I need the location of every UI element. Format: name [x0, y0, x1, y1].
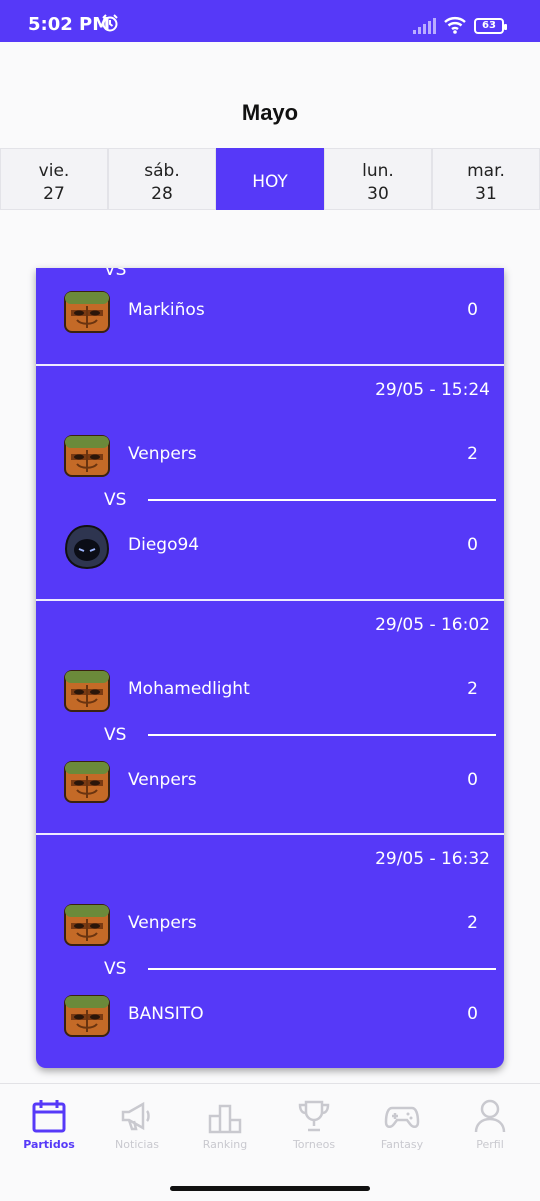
- mask-avatar-icon: [62, 669, 112, 713]
- player-row-away: Markiños 0: [62, 290, 478, 334]
- alarm-icon: [100, 13, 120, 37]
- wifi-icon: [443, 15, 467, 39]
- podium-icon: [208, 1104, 242, 1134]
- mask-avatar-icon: [62, 760, 112, 804]
- player-score: 0: [467, 300, 478, 320]
- vs-label: VS: [104, 725, 127, 745]
- player-name: Venpers: [128, 913, 197, 933]
- gamepad-icon: [384, 1106, 420, 1128]
- day-weekday: lun.: [362, 161, 394, 181]
- home-indicator: [170, 1186, 370, 1191]
- status-bar: 5:02 PM 63: [0, 0, 540, 42]
- page-title: Mayo: [241, 100, 299, 125]
- nav-label: Noticias: [115, 1138, 159, 1151]
- trophy-icon: [298, 1100, 330, 1132]
- player-score: 0: [467, 770, 478, 790]
- vs-divider: [148, 968, 496, 970]
- player-row-away: Diego94 0: [62, 524, 478, 570]
- vs-label: VS: [104, 959, 127, 979]
- day-weekday: vie.: [38, 161, 70, 181]
- battery-indicator: 63: [474, 18, 507, 34]
- player-name: Diego94: [128, 535, 200, 555]
- day-today-label: HOY: [252, 172, 288, 192]
- player-row-home: Venpers 2: [62, 434, 478, 478]
- nav-label: Fantasy: [380, 1138, 424, 1151]
- nav-item-perfil[interactable]: Perfil: [445, 1098, 535, 1151]
- vs-divider: [148, 734, 496, 736]
- nav-item-torneos[interactable]: Torneos: [269, 1098, 359, 1151]
- player-row-away: BANSITO 0: [62, 994, 478, 1038]
- megaphone-icon: [121, 1101, 150, 1131]
- day-number: 28: [151, 184, 173, 204]
- bottom-navigation: Partidos Noticias Ranking Torneos Fantas…: [0, 1083, 540, 1201]
- mask-avatar-icon: [62, 903, 112, 947]
- day-tab-today[interactable]: HOY: [216, 148, 324, 210]
- nav-label: Partidos: [23, 1138, 75, 1151]
- day-weekday: mar.: [467, 161, 505, 181]
- nav-item-partidos[interactable]: Partidos: [4, 1098, 94, 1151]
- vs-label: VS: [104, 268, 127, 280]
- match-card[interactable]: 29/05 - 15:24 Venpers 2 VS Diego94 0: [36, 366, 504, 599]
- day-number: 27: [43, 184, 65, 204]
- nav-item-ranking[interactable]: Ranking: [180, 1098, 270, 1151]
- player-name: BANSITO: [128, 1004, 204, 1024]
- match-card[interactable]: VS Markiños 0: [36, 268, 504, 364]
- mask-avatar-icon: [62, 994, 112, 1038]
- nav-label: Perfil: [476, 1138, 504, 1151]
- match-card[interactable]: 29/05 - 16:02 Mohamedlight 2 VS Venpers …: [36, 601, 504, 833]
- day-weekday: sáb.: [144, 161, 180, 181]
- nav-item-noticias[interactable]: Noticias: [92, 1098, 182, 1151]
- player-score: 2: [467, 444, 478, 464]
- player-name: Venpers: [128, 770, 197, 790]
- player-score: 2: [467, 679, 478, 699]
- day-tab-mon[interactable]: lun. 30: [324, 148, 432, 210]
- match-list[interactable]: VS Markiños 0 29/05 - 15:24 Venpers 2 VS…: [36, 268, 504, 1068]
- day-selector: vie. 27 sáb. 28 HOY lun. 30 mar. 31: [0, 148, 540, 210]
- mask-avatar-icon: [62, 290, 112, 334]
- player-score: 2: [467, 913, 478, 933]
- player-score: 0: [467, 535, 478, 555]
- day-tab-fri[interactable]: vie. 27: [0, 148, 108, 210]
- day-tab-sat[interactable]: sáb. 28: [108, 148, 216, 210]
- vs-label: VS: [104, 490, 127, 510]
- user-icon: [474, 1099, 506, 1133]
- mask-avatar-icon: [62, 434, 112, 478]
- player-score: 0: [467, 1004, 478, 1024]
- day-number: 30: [367, 184, 389, 204]
- match-card[interactable]: 29/05 - 16:32 Venpers 2 VS BANSITO 0: [36, 835, 504, 1068]
- status-time: 5:02 PM: [28, 14, 111, 35]
- nav-label: Torneos: [292, 1138, 336, 1151]
- nav-item-fantasy[interactable]: Fantasy: [357, 1098, 447, 1151]
- match-datetime: 29/05 - 16:02: [375, 615, 490, 635]
- nav-label: Ranking: [202, 1138, 248, 1151]
- player-row-away: Venpers 0: [62, 760, 478, 804]
- player-row-home: Mohamedlight 2: [62, 669, 478, 713]
- calendar-icon: [32, 1100, 66, 1133]
- match-datetime: 29/05 - 16:32: [375, 849, 490, 869]
- day-number: 31: [475, 184, 497, 204]
- hooded-avatar-icon: [62, 524, 112, 570]
- day-tab-tue[interactable]: mar. 31: [432, 148, 540, 210]
- player-name: Venpers: [128, 444, 197, 464]
- player-name: Mohamedlight: [128, 679, 250, 699]
- signal-icon: [413, 18, 437, 38]
- player-row-home: Venpers 2: [62, 903, 478, 947]
- match-datetime: 29/05 - 15:24: [375, 380, 490, 400]
- player-name: Markiños: [128, 300, 205, 320]
- vs-divider: [148, 499, 496, 501]
